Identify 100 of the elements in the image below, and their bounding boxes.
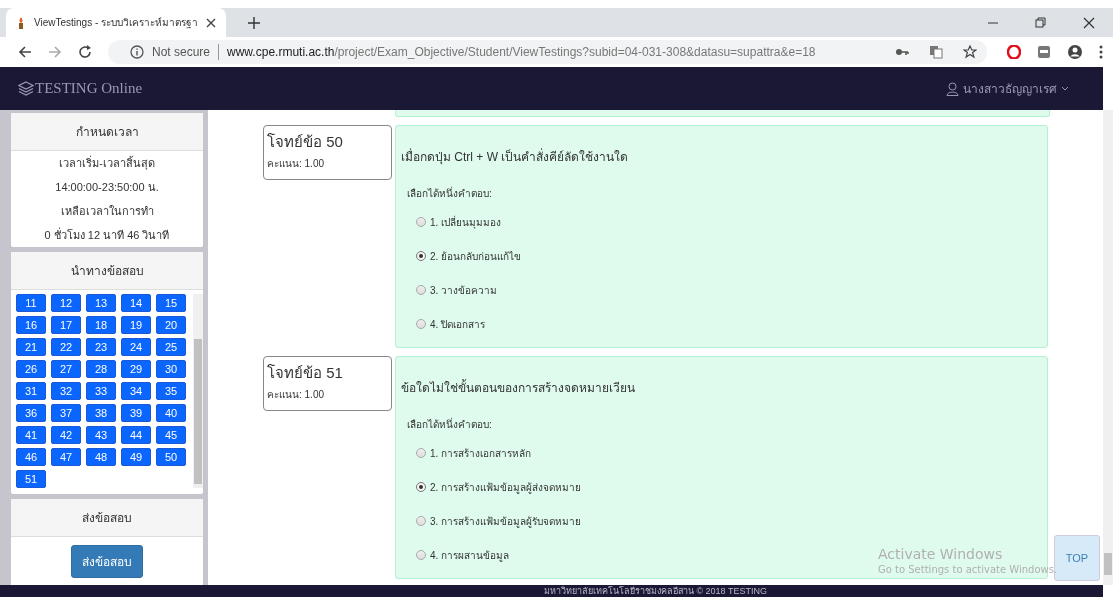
answer-prompt: เลือกได้หนึ่งคำตอบ: [407,417,493,432]
answer-option[interactable]: 3. วางข้อความ [416,273,498,307]
user-icon [946,81,959,96]
question-number-button[interactable]: 25 [156,338,186,356]
radio-button[interactable] [416,516,426,526]
question-number-button[interactable]: 16 [16,316,46,334]
question-number-button[interactable]: 14 [121,294,151,312]
chat-icon[interactable] [1037,45,1051,59]
time-text: 0 ชั่วโมง 12 นาที 46 วินาที [43,226,171,243]
question-number-button[interactable]: 19 [121,316,151,334]
user-menu[interactable]: นางสาวธัญญาเรศ [946,79,1069,98]
answer-option[interactable]: 3. การสร้างแฟ้มข้อมูลผู้รับจดหมาย [416,504,582,538]
answer-option[interactable]: 2. การสร้างแฟ้มข้อมูลผู้ส่งจดหมาย [416,470,582,504]
question-number-button[interactable]: 38 [86,404,116,422]
candle-icon [16,15,26,30]
brand-link[interactable]: TESTING Online [18,80,143,97]
restore-icon[interactable] [1035,16,1047,29]
question-number-button[interactable]: 23 [86,338,116,356]
question-number-button[interactable]: 40 [156,404,186,422]
question-number-button[interactable]: 48 [86,448,116,466]
question-number-button[interactable]: 17 [51,316,81,334]
reload-icon[interactable] [78,45,92,59]
question-score: คะแนน: 1.00 [267,388,326,402]
question-number-button[interactable]: 44 [121,426,151,444]
question-number-button[interactable]: 20 [156,316,186,334]
question-number-button[interactable]: 12 [51,294,81,312]
back-to-top-button[interactable]: TOP [1054,535,1100,581]
radio-button[interactable] [416,285,426,295]
question-number-button[interactable]: 30 [156,360,186,378]
chevron-down-icon [1061,86,1069,91]
new-tab-icon[interactable] [248,16,261,29]
question-number-button[interactable]: 33 [86,382,116,400]
star-icon[interactable] [963,45,977,59]
answer-prompt: เลือกได้หนึ่งคำตอบ: [407,186,493,201]
question-number-button[interactable]: 35 [156,382,186,400]
key-icon[interactable] [895,47,909,57]
question-score: คะแนน: 1.00 [267,157,326,171]
info-icon [130,45,144,59]
panel-heading: นำทางข้อสอบ [11,252,203,290]
question-text: ข้อใดไม่ใช่ขั้นตอนของการสร้างจดหมายเวียน [401,378,636,397]
question-number-button[interactable]: 46 [16,448,46,466]
question-number-button[interactable]: 36 [16,404,46,422]
question-number-button[interactable]: 26 [16,360,46,378]
question-number-button[interactable]: 43 [86,426,116,444]
question-number-button[interactable]: 13 [86,294,116,312]
question-text: เมื่อกดปุ่ม Ctrl + W เป็นคำสั่งคีย์ลัดใช้งานใด [401,147,630,166]
time-text: เหลือเวลาในการทำ [59,204,155,219]
panel-heading: กำหนดเวลา [11,113,203,151]
back-icon[interactable] [18,45,32,59]
tab-title: ViewTestings - ระบบวิเคราะห์มาตรฐา [34,16,199,30]
radio-button[interactable] [416,482,426,492]
question-number: โจทย์ข้อ 51 [267,363,344,383]
question-number-button[interactable]: 32 [51,382,81,400]
close-icon[interactable] [206,17,217,28]
time-text: 14:00:00-23:50:00 น. [54,180,160,195]
radio-button[interactable] [416,217,426,227]
question-number-button[interactable]: 47 [51,448,81,466]
activation-notice-title: Activate Windows [878,546,1004,562]
question-number-button[interactable]: 31 [16,382,46,400]
menu-icon[interactable] [1099,45,1103,59]
question-number-button[interactable]: 22 [51,338,81,356]
question-number-button[interactable]: 49 [121,448,151,466]
answer-option[interactable]: 1. การสร้างเอกสารหลัก [416,436,532,470]
radio-button[interactable] [416,251,426,261]
question-number: โจทย์ข้อ 50 [267,132,344,152]
layers-icon [18,81,34,96]
question-number-button[interactable]: 15 [156,294,186,312]
question-number-button[interactable]: 42 [51,426,81,444]
question-number-button[interactable]: 11 [16,294,46,312]
page-scrollbar[interactable] [1103,110,1113,585]
close-icon[interactable] [1083,16,1095,29]
profile-icon[interactable] [1067,44,1083,60]
panel-heading: ส่งข้อสอบ [11,499,203,537]
question-number-button[interactable]: 41 [16,426,46,444]
answer-option[interactable]: 4. ปิดเอกสาร [416,307,486,341]
footer-text: มหาวิทยาลัยเทคโนโลยีราชมงคลอีสาน © 2018 TESTING [0,585,1103,597]
question-number-button[interactable]: 50 [156,448,186,466]
scrollbar[interactable] [193,294,203,488]
time-text: เวลาเริ่ม-เวลาสิ้นสุด [58,154,156,172]
radio-button[interactable] [416,550,426,560]
question-number-button[interactable]: 18 [86,316,116,334]
translate-icon[interactable] [929,45,943,59]
answer-option[interactable]: 1. เปลี่ยนมุมมอง [416,205,502,239]
address-field[interactable]: Not secure www.cpe.rmuti.ac.th/project/Exam_Objective/Student/ViewTestings?subid=04-031-308&datasu=supattra&e=18 [108,40,987,64]
question-number-button[interactable]: 37 [51,404,81,422]
question-number-button[interactable]: 29 [121,360,151,378]
question-number-button[interactable]: 39 [121,404,151,422]
radio-button[interactable] [416,319,426,329]
question-number-button[interactable]: 34 [121,382,151,400]
question-number-button[interactable]: 27 [51,360,81,378]
question-number-button[interactable]: 45 [156,426,186,444]
radio-button[interactable] [416,448,426,458]
answer-option[interactable]: 4. การผสานข้อมูล [416,538,510,572]
answer-option[interactable]: 2. ย้อนกลับก่อนแก้ไข [416,239,522,273]
question-number-button[interactable]: 24 [121,338,151,356]
browser-tab[interactable]: ViewTestings - ระบบวิเคราะห์มาตรฐา [6,8,227,37]
question-number-button[interactable]: 28 [86,360,116,378]
submit-button[interactable]: ส่งข้อสอบ [71,545,143,578]
question-number-button[interactable]: 51 [16,470,46,488]
question-number-button[interactable]: 21 [16,338,46,356]
